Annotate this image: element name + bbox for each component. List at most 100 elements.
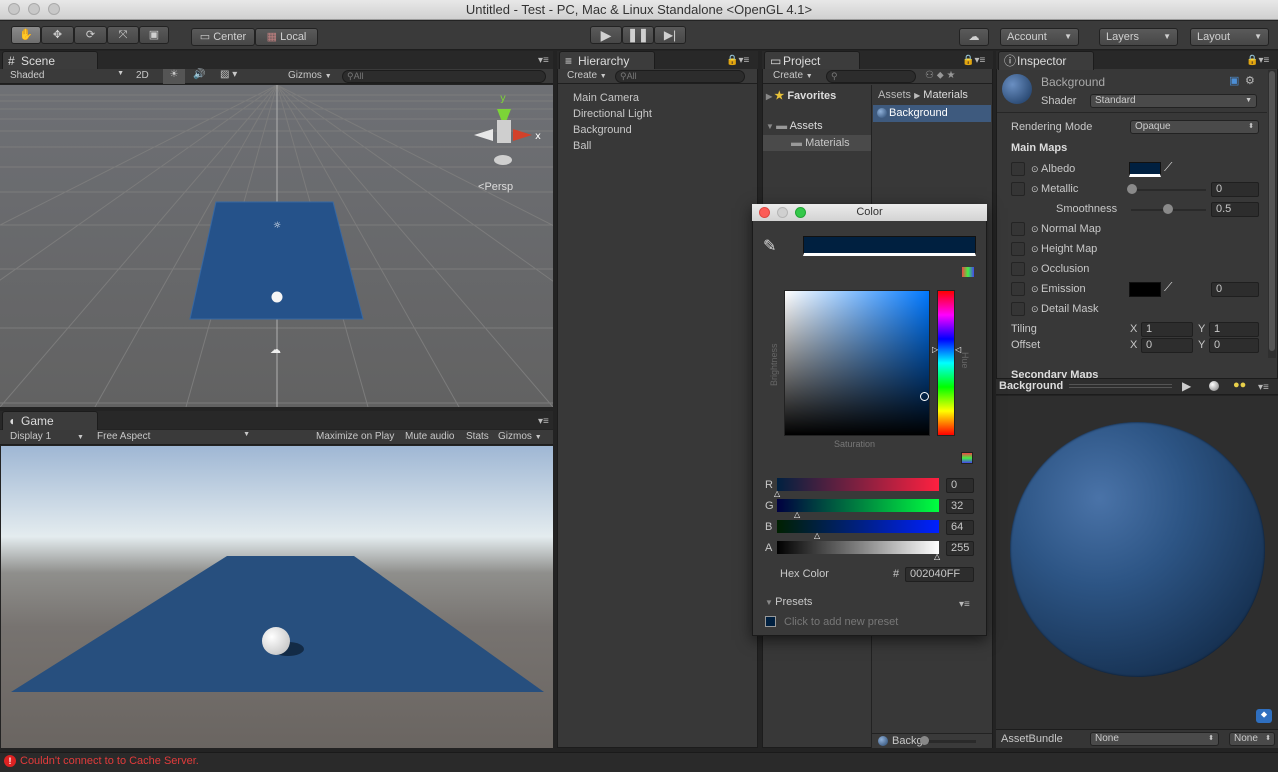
hierarchy-create-dropdown[interactable]: Create ▼ (567, 70, 607, 81)
tiling-y-field[interactable]: 1 (1209, 322, 1259, 337)
stats-toggle[interactable]: Stats (466, 431, 489, 442)
assetbundle-variant-dropdown[interactable]: None ⬍ (1229, 732, 1275, 746)
hierarchy-item-ball[interactable]: Ball (573, 140, 753, 156)
project-favorites[interactable]: ▶ ★ Favorites (766, 89, 836, 102)
mute-audio-toggle[interactable]: Mute audio (405, 431, 454, 442)
emission-color-swatch[interactable] (1129, 282, 1161, 297)
project-materials-folder[interactable]: ▬ Materials (763, 135, 871, 151)
alpha-value-field[interactable]: 255 (946, 541, 974, 556)
lock-menu-icon[interactable]: 🔒▾≡ (962, 55, 985, 66)
eyedropper-icon[interactable]: ⟋ (1164, 280, 1172, 295)
display-dropdown[interactable]: Display 1 (10, 431, 51, 442)
add-preset-hint[interactable]: Click to add new preset (784, 616, 898, 628)
rotate-tool-button[interactable]: ⟳ (74, 26, 107, 44)
game-viewport[interactable] (1, 446, 553, 748)
lock-menu-icon[interactable]: 🔒▾≡ (1246, 55, 1269, 66)
move-tool-button[interactable]: ✥ (41, 26, 74, 44)
preview-play-icon[interactable]: ▶ (1182, 379, 1191, 393)
emission-value-field[interactable]: 0 (1211, 282, 1259, 297)
red-slider-thumb[interactable]: △ (774, 489, 780, 498)
2d-toggle-button[interactable]: 2D (136, 70, 149, 81)
red-value-field[interactable]: 0 (946, 478, 974, 493)
aspect-dropdown[interactable]: Free Aspect ▼ (97, 431, 252, 442)
breadcrumb-assets[interactable]: Assets (878, 89, 911, 101)
hue-slider[interactable] (937, 290, 955, 436)
step-button[interactable]: ▶| (654, 26, 686, 44)
tab-hierarchy[interactable]: ≡ Hierarchy (559, 51, 655, 70)
scene-search-input[interactable]: ⚲All (342, 70, 546, 83)
hierarchy-item-main-camera[interactable]: Main Camera (573, 92, 753, 108)
scene-lighting-toggle[interactable]: ☀ (163, 69, 185, 84)
hue-marker-left-icon[interactable]: ▷ (932, 345, 938, 354)
preset-swatch[interactable] (765, 616, 776, 627)
blue-value-field[interactable]: 64 (946, 520, 974, 535)
eyedropper-icon[interactable]: ✎ (763, 236, 776, 256)
project-create-dropdown[interactable]: Create ▼ (773, 70, 813, 81)
hierarchy-search-input[interactable]: ⚲All (615, 70, 745, 83)
maximize-on-play-toggle[interactable]: Maximize on Play (316, 431, 394, 442)
albedo-texture-slot[interactable] (1011, 162, 1025, 176)
project-search-input[interactable]: ⚲ (826, 70, 916, 83)
smoothness-value-field[interactable]: 0.5 (1211, 202, 1259, 217)
breadcrumb-materials[interactable]: Materials (923, 89, 968, 101)
blue-slider[interactable] (777, 520, 939, 533)
panel-menu-icon[interactable]: ▾≡ (1258, 382, 1269, 393)
play-button[interactable]: ▶ (590, 26, 622, 44)
metallic-value-field[interactable]: 0 (1211, 182, 1259, 197)
tiling-x-field[interactable]: 1 (1141, 322, 1193, 337)
scale-tool-button[interactable]: ⤧ (107, 26, 139, 44)
rect-tool-button[interactable]: ▣ (139, 26, 169, 44)
presets-header[interactable]: ▼ Presets (765, 596, 812, 608)
icon-size-slider[interactable] (922, 740, 976, 743)
alpha-slider[interactable] (777, 541, 939, 554)
shader-dropdown[interactable]: Standard ▼ (1090, 94, 1257, 108)
color-picker-minimize-button[interactable] (777, 207, 788, 218)
color-mode-icon[interactable] (962, 267, 974, 277)
pivot-local-button[interactable]: ▦ Local (255, 28, 318, 46)
preview-light-icon[interactable]: ●● (1233, 379, 1246, 391)
material-preview-area[interactable]: ⬥ (996, 396, 1278, 729)
close-window-button[interactable] (8, 3, 20, 15)
smoothness-slider-thumb[interactable] (1163, 204, 1173, 214)
scene-audio-toggle[interactable]: 🔊 (193, 69, 205, 80)
hierarchy-item-background[interactable]: Background (573, 124, 753, 140)
tab-game[interactable]: ◖ Game (2, 411, 98, 430)
assetbundle-dropdown[interactable]: None ⬍ (1090, 732, 1219, 746)
gear-icon[interactable]: ⚙ (1245, 74, 1255, 87)
pause-button[interactable]: ❚❚ (622, 26, 654, 44)
offset-y-field[interactable]: 0 (1209, 338, 1259, 353)
slider-thumb[interactable] (920, 736, 929, 745)
color-picker-zoom-button[interactable] (795, 207, 806, 218)
lock-menu-icon[interactable]: 🔒▾≡ (726, 55, 749, 66)
blue-slider-thumb[interactable]: △ (814, 531, 820, 540)
filter-icons[interactable]: ⚇ ⬥ ★ (925, 70, 956, 81)
pivot-center-button[interactable]: ▭ Center (191, 28, 255, 46)
offset-x-field[interactable]: 0 (1141, 338, 1193, 353)
project-asset-background[interactable]: Background (873, 105, 991, 122)
minimize-window-button[interactable] (28, 3, 40, 15)
preview-sphere-icon[interactable] (1209, 381, 1219, 391)
rendering-mode-dropdown[interactable]: Opaque ⬍ (1130, 120, 1259, 134)
color-picker-close-button[interactable] (759, 207, 770, 218)
occlusion-texture-slot[interactable] (1011, 262, 1025, 276)
tab-inspector[interactable]: ⓘ Inspector (998, 51, 1094, 70)
green-slider[interactable] (777, 499, 939, 512)
presets-menu-icon[interactable]: ▾≡ (959, 599, 970, 610)
saturation-brightness-box[interactable] (784, 290, 930, 436)
hierarchy-item-directional-light[interactable]: Directional Light (573, 108, 753, 124)
label-tag-icon[interactable]: ⬥ (1256, 709, 1272, 723)
slider-mode-icon[interactable] (961, 452, 973, 464)
eyedropper-icon[interactable]: ⟋ (1164, 160, 1172, 175)
game-gizmos-dropdown[interactable]: Gizmos ▼ (498, 431, 542, 442)
detail-mask-texture-slot[interactable] (1011, 302, 1025, 316)
hand-tool-button[interactable]: ✋ (11, 26, 41, 44)
green-slider-thumb[interactable]: △ (794, 510, 800, 519)
help-icon[interactable]: ▣ (1229, 74, 1239, 87)
albedo-color-swatch[interactable] (1129, 162, 1161, 177)
metallic-slider[interactable] (1131, 189, 1206, 191)
account-dropdown[interactable]: Account ▼ (1000, 28, 1079, 46)
zoom-window-button[interactable] (48, 3, 60, 15)
status-message[interactable]: Couldn't connect to to Cache Server. (20, 755, 199, 767)
red-slider[interactable] (777, 478, 939, 491)
scene-effects-dropdown[interactable]: ▨ ▾ (220, 69, 237, 80)
